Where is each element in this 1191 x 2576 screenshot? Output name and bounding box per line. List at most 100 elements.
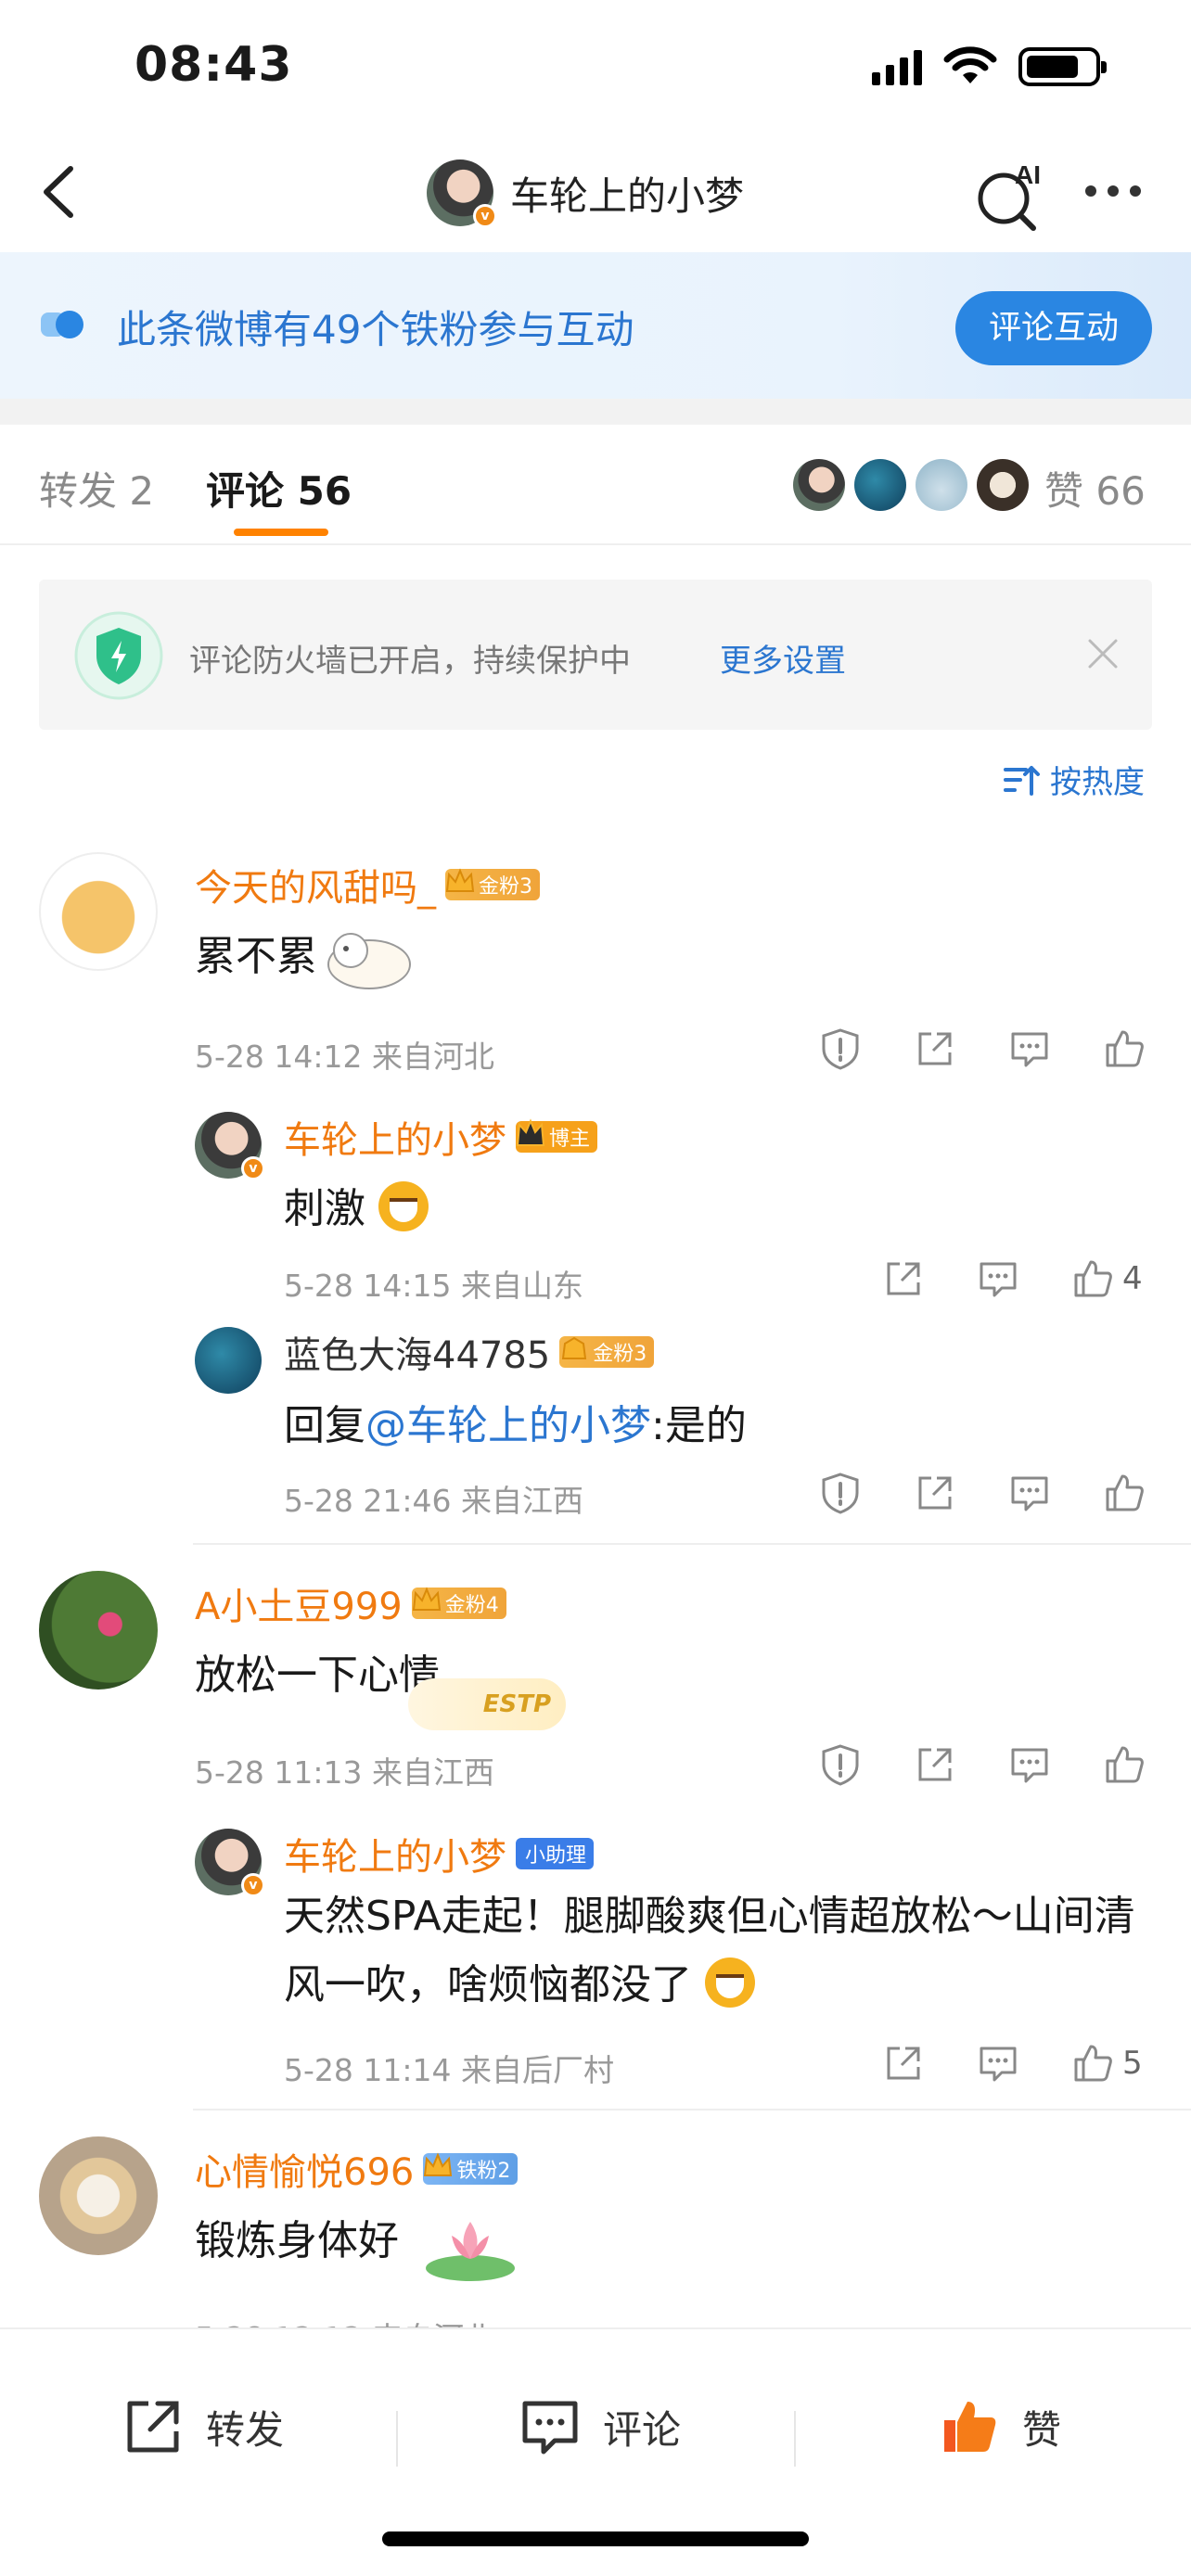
like-label: 赞 — [1022, 2406, 1062, 2453]
like-filled-icon — [944, 2402, 996, 2452]
comment-divider — [193, 2109, 1191, 2111]
nav-title[interactable]: v 车轮上的小梦 — [427, 156, 744, 230]
commenter-name[interactable]: 今天的风甜吗_ 金粉3 — [195, 858, 540, 912]
status-time: 08:43 — [134, 37, 293, 93]
reply-icon[interactable] — [976, 1256, 1020, 1301]
reply-avatar[interactable]: v — [195, 1112, 265, 1180]
share-icon[interactable] — [881, 2041, 926, 2085]
reply-avatar[interactable]: v — [195, 1829, 265, 1897]
repost-label: 转发 — [206, 2406, 285, 2453]
tab-reposts[interactable]: 转发 2 — [39, 460, 154, 516]
liker-avatar — [854, 459, 906, 511]
like-control[interactable]: 4 — [1070, 1256, 1143, 1301]
mention-link[interactable]: @车轮上的小梦 — [365, 1402, 651, 1449]
reply-author-name[interactable]: 车轮上的小梦 小助理 — [284, 1827, 595, 1881]
reply-icon[interactable] — [1007, 1027, 1052, 1071]
back-arrow-icon[interactable] — [28, 159, 93, 224]
report-icon[interactable] — [818, 1027, 863, 1071]
crown-icon — [412, 1587, 441, 1611]
home-indicator[interactable] — [382, 2531, 809, 2546]
estp-sticker: ESTP — [408, 1678, 566, 1730]
comment-label: 评论 — [603, 2406, 682, 2453]
share-icon[interactable] — [913, 1742, 957, 1787]
crown-icon — [562, 1336, 587, 1359]
comment-text: 锻炼身体好 — [195, 2217, 399, 2264]
more-options-icon[interactable] — [1085, 185, 1141, 197]
repost-icon — [127, 2401, 179, 2453]
report-icon[interactable] — [818, 1471, 863, 1515]
close-icon[interactable] — [1082, 633, 1123, 674]
fan-wave-icon — [41, 311, 83, 338]
reply-text: 天然SPA走起！腿脚酸爽但心情超放松～山间清风一吹，啥烦恼都没了 — [284, 1893, 1135, 2009]
ai-label: AI — [1015, 160, 1041, 189]
commenter-name[interactable]: 心情愉悦696 铁粉2 — [195, 2142, 519, 2196]
reply-text: 刺激 — [284, 1175, 429, 1234]
reply-actions — [818, 1471, 1146, 1515]
sort-by-popularity[interactable]: 按热度 — [1002, 757, 1145, 802]
author-avatar[interactable]: v — [427, 159, 497, 228]
verified-icon: v — [241, 1156, 265, 1180]
reply-author-name[interactable]: 车轮上的小梦 博主 — [284, 1110, 598, 1164]
commenter-avatar[interactable] — [39, 2136, 158, 2255]
commenter-avatar[interactable] — [39, 852, 158, 971]
comment-text: 累不累 — [195, 933, 317, 980]
comment-actions — [818, 1027, 1146, 1071]
ai-search-icon[interactable]: AI — [974, 158, 1048, 232]
comment-firewall-notice: 评论防火墙已开启，持续保护中 更多设置 — [39, 580, 1152, 730]
comment-divider — [193, 1543, 1191, 1545]
reply-avatar[interactable] — [195, 1327, 262, 1394]
fan-badge[interactable]: 金粉4 — [411, 1587, 506, 1619]
reply-actions: 4 — [881, 1256, 1143, 1301]
comment-interaction-button[interactable]: 评论互动 — [955, 291, 1152, 365]
tab-bar: 转发 2 评论 56 赞 66 — [0, 425, 1191, 545]
comment-meta: 5-28 11:13 来自江西 — [195, 1754, 494, 1791]
status-bar: 08:43 — [0, 0, 1191, 139]
reply-meta: 5-28 11:14 来自后厂村 — [284, 2052, 614, 2088]
fan-badge[interactable]: 金粉3 — [445, 868, 540, 900]
tab-likes[interactable]: 赞 66 — [1044, 460, 1146, 516]
reply-meta: 5-28 14:15 来自山东 — [284, 1268, 583, 1304]
comment-item: 今天的风甜吗_ 金粉3 累不累 5-28 14:12 来自河北 v 车轮上的小梦… — [0, 848, 1191, 1530]
share-icon[interactable] — [913, 1027, 957, 1071]
comment-actions — [818, 1742, 1146, 1787]
reply-icon[interactable] — [1007, 1471, 1052, 1515]
comment-button[interactable]: 评论 — [518, 2394, 681, 2459]
lotus-sticker-icon — [426, 2222, 515, 2281]
share-icon[interactable] — [881, 1256, 926, 1301]
commenter-avatar[interactable] — [39, 1571, 158, 1690]
crown-icon — [445, 868, 475, 892]
fan-interaction-banner: 此条微博有49个铁粉参与互动 评论互动 — [0, 252, 1191, 399]
fan-badge[interactable]: 金粉3 — [559, 1336, 655, 1368]
share-icon[interactable] — [913, 1471, 957, 1515]
liker-avatars[interactable] — [793, 459, 1029, 511]
like-button[interactable]: 赞 — [937, 2394, 1061, 2459]
cellular-signal-icon — [872, 48, 922, 85]
reply-icon[interactable] — [976, 2041, 1020, 2085]
reply-text: 回复@车轮上的小梦:是的 — [284, 1402, 747, 1449]
wifi-icon — [943, 46, 997, 83]
fan-badge[interactable]: 铁粉2 — [423, 2152, 519, 2185]
section-divider — [0, 399, 1191, 425]
like-control[interactable]: 5 — [1070, 2041, 1143, 2085]
reply-icon[interactable] — [1007, 1742, 1052, 1787]
liker-avatar — [916, 459, 967, 511]
bottom-divider — [396, 2411, 398, 2467]
like-count: 5 — [1122, 2045, 1143, 2082]
like-icon[interactable] — [1102, 1471, 1146, 1515]
tab-comments[interactable]: 评论 56 — [206, 460, 1191, 516]
commenter-name[interactable]: A小土豆999 金粉4 — [195, 1576, 506, 1630]
liker-avatar — [793, 459, 845, 511]
more-settings-link[interactable]: 更多设置 — [720, 635, 846, 681]
dog-sticker-icon — [327, 933, 411, 989]
repost-button[interactable]: 转发 — [121, 2394, 284, 2459]
reply-author-name[interactable]: 蓝色大海44785 金粉3 — [284, 1325, 655, 1379]
like-icon[interactable] — [1102, 1027, 1146, 1071]
status-icons — [872, 46, 1107, 87]
comment-text: 放松一下心情 — [195, 1651, 440, 1699]
comment-item: 心情愉悦696 铁粉2 锻炼身体好 5-28 12:12 来自河北 — [0, 2133, 1191, 2327]
author-name: 车轮上的小梦 — [510, 172, 745, 219]
report-icon[interactable] — [818, 1742, 863, 1787]
comment-icon — [522, 2401, 578, 2455]
crown-icon — [424, 2152, 453, 2176]
like-icon[interactable] — [1102, 1742, 1146, 1787]
